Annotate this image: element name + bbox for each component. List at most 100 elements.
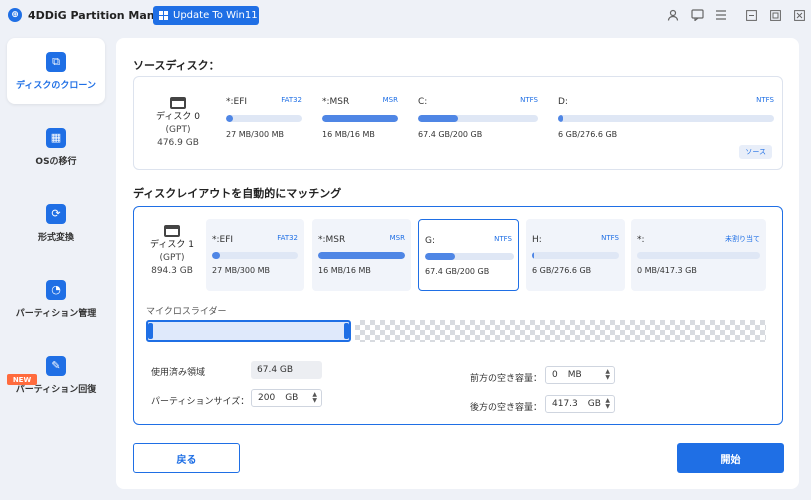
update-win11-button[interactable]: Update To Win11: [153, 6, 259, 25]
sidebar-item-label: OSの移行: [35, 156, 77, 167]
partition-usage-bar: [226, 115, 302, 122]
partition-size-stepper-icon[interactable]: ▲ ▼: [312, 392, 317, 404]
target-partition[interactable]: *:MSR MSR 16 MB/16 MB: [312, 219, 411, 291]
minimize-icon[interactable]: [743, 7, 759, 23]
partition-fs: FAT32: [277, 234, 298, 242]
sidebar-item-format-convert[interactable]: ⟳ 形式変換: [7, 190, 105, 256]
partition-usage-bar: [322, 115, 398, 122]
partition-usage-fill: [558, 115, 563, 122]
micro-slider-label: マイクロスライダー: [146, 307, 227, 317]
free-before-stepper-icon[interactable]: ▲ ▼: [605, 369, 610, 381]
partition-name: H:: [532, 235, 542, 245]
free-before-unit: MB: [567, 370, 582, 380]
micro-slider[interactable]: [146, 320, 766, 342]
sidebar: ⧉ ディスクのクローン ▦ OSの移行 ⟳ 形式変換 ◔ パーティション管理 ✎…: [0, 32, 112, 500]
partition-size-value: 200: [258, 393, 276, 403]
target-partition[interactable]: *:EFI FAT32 27 MB/300 MB: [206, 219, 304, 291]
source-partition: *:EFI FAT32 27 MB/300 MB: [220, 91, 308, 153]
free-before-label: 前方の空き容量：: [470, 374, 543, 384]
partition-usage-fill: [532, 252, 534, 259]
partition-usage-bar: [318, 252, 405, 259]
sidebar-item-label: ディスクのクローン: [16, 80, 96, 91]
partition-usage-bar: [212, 252, 298, 259]
partition-size-unit: GB: [285, 393, 299, 403]
free-after-stepper-icon[interactable]: ▲ ▼: [605, 398, 610, 410]
target-disk-panel: ディスク 1 (GPT) 894.3 GB *:EFI FAT32 27 MB/…: [133, 206, 783, 425]
partition-manage-icon: ◔: [46, 279, 66, 300]
sidebar-item-os-migration[interactable]: ▦ OSの移行: [7, 114, 105, 180]
free-after-unit: GB: [587, 399, 601, 409]
partition-name: D:: [558, 97, 568, 107]
maximize-icon[interactable]: [767, 7, 783, 23]
partition-usage-fill: [322, 115, 398, 122]
partition-usage-bar: [425, 253, 514, 260]
partition-size: 27 MB/300 MB: [226, 130, 285, 139]
target-partition-selected[interactable]: G: NTFS 67.4 GB/200 GB: [418, 219, 519, 291]
partition-name: *:: [637, 235, 645, 245]
title-bar: ⊕ 4DDiG Partition Manager Update To Win1…: [0, 0, 811, 32]
partition-size: 0 MB/417.3 GB: [637, 266, 697, 275]
sidebar-item-partition-manage[interactable]: ◔ パーティション管理: [7, 266, 105, 332]
target-disk-info: ディスク 1 (GPT) 894.3 GB: [142, 225, 202, 278]
partition-fs: NTFS: [494, 235, 512, 243]
partition-usage-fill: [425, 253, 455, 260]
target-partition[interactable]: H: NTFS 6 GB/276.6 GB: [526, 219, 625, 291]
partition-fs: NTFS: [520, 96, 538, 104]
account-icon[interactable]: [665, 7, 681, 23]
partition-fs: MSR: [389, 234, 405, 242]
disk-clone-icon: ⧉: [46, 51, 66, 72]
partition-size: 16 MB/16 MB: [318, 266, 371, 275]
micro-slider-fill: [146, 320, 351, 342]
back-button[interactable]: 戻る: [133, 443, 240, 473]
slider-left-handle[interactable]: [148, 323, 153, 339]
partition-size: 67.4 GB/200 GB: [418, 130, 483, 139]
format-convert-icon: ⟳: [46, 203, 66, 224]
sidebar-item-label: パーティション管理: [15, 308, 97, 319]
close-icon[interactable]: [791, 7, 807, 23]
partition-size: 16 MB/16 MB: [322, 130, 375, 139]
free-before-value: 0: [552, 370, 558, 380]
source-disk-type: (GPT): [165, 125, 191, 135]
hard-disk-icon: [164, 225, 180, 237]
partition-usage-fill: [212, 252, 220, 259]
source-disk-info: ディスク 0 (GPT) 476.9 GB: [148, 97, 208, 150]
partition-name: *:EFI: [212, 235, 234, 245]
target-partition-unallocated[interactable]: *: 未割り当て 0 MB/417.3 GB: [631, 219, 766, 291]
free-before-input[interactable]: 0 MB ▲ ▼: [545, 366, 615, 384]
partition-size: 67.4 GB/200 GB: [425, 267, 490, 276]
partition-usage-fill: [226, 115, 233, 122]
partition-size-input[interactable]: 200 GB ▲ ▼: [251, 389, 322, 407]
partition-fs: FAT32: [281, 96, 302, 104]
partition-usage-bar: [418, 115, 538, 122]
partition-usage-fill: [418, 115, 459, 122]
partition-name: C:: [418, 97, 428, 107]
micro-slider-unallocated: [355, 320, 766, 342]
free-after-label: 後方の空き容量：: [470, 403, 543, 413]
new-badge: NEW: [7, 374, 37, 385]
app-logo-icon: ⊕: [8, 8, 22, 22]
feedback-icon[interactable]: [689, 7, 705, 23]
sidebar-item-disk-clone[interactable]: ⧉ ディスクのクローン: [7, 38, 105, 104]
partition-name: *:MSR: [318, 235, 346, 245]
free-after-input[interactable]: 417.3 GB ▲ ▼: [545, 395, 615, 413]
partition-name: G:: [425, 236, 436, 246]
update-label: Update To Win11: [173, 10, 258, 21]
partition-usage-bar: [558, 115, 774, 122]
start-button[interactable]: 開始: [677, 443, 784, 473]
target-disk-name: ディスク 1: [150, 240, 194, 250]
partition-name: *:MSR: [322, 97, 350, 107]
partition-fs: MSR: [382, 96, 398, 104]
partition-size: 6 GB/276.6 GB: [532, 266, 592, 275]
menu-icon[interactable]: [713, 7, 729, 23]
partition-fs: 未割り当て: [725, 235, 760, 243]
partition-fs: NTFS: [601, 234, 619, 242]
source-partition: C: NTFS 67.4 GB/200 GB: [412, 91, 544, 153]
source-disk-name: ディスク 0: [156, 112, 200, 122]
source-partition: D: NTFS 6 GB/276.6 GB: [552, 91, 780, 153]
partition-recovery-icon: ✎: [46, 355, 66, 376]
partition-usage-bar: [532, 252, 619, 259]
slider-right-handle[interactable]: [344, 323, 349, 339]
sidebar-item-label: 形式変換: [37, 232, 74, 243]
partition-size: 27 MB/300 MB: [212, 266, 271, 275]
source-disk-size: 476.9 GB: [157, 138, 199, 148]
